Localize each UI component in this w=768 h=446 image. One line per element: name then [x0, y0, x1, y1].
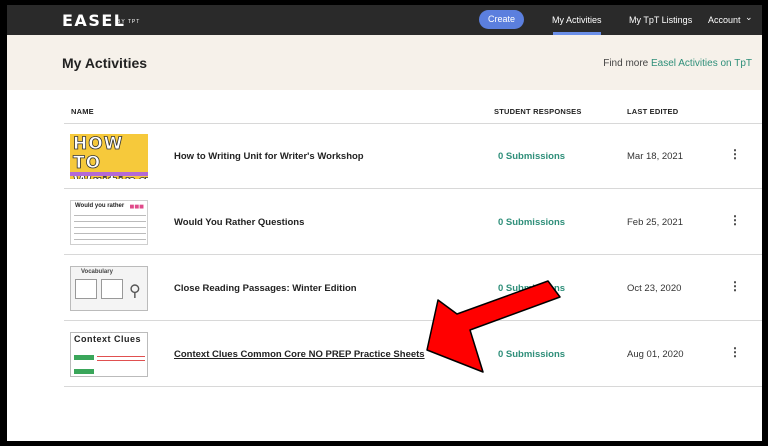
activity-thumbnail[interactable]: HOW TOWriting [70, 134, 148, 179]
nav-account[interactable]: Account [708, 15, 741, 25]
thumbnail-line [74, 227, 146, 228]
table-row[interactable]: Context Clues Context Clues Common Core … [64, 322, 762, 387]
thumbnail-decoration [70, 172, 148, 176]
thumbnail-line [74, 215, 146, 216]
find-more-text: Find more Easel Activities on TpT [603, 58, 752, 69]
thumbnail-box [101, 279, 123, 299]
thumbnail-line [97, 356, 145, 357]
find-more-link[interactable]: Easel Activities on TpT [651, 58, 752, 69]
kebab-menu-icon[interactable]: ⋮ [729, 346, 741, 358]
thumbnail-line [74, 233, 146, 234]
column-header-name: NAME [71, 107, 94, 116]
thumbnail-decoration: ■■■ [129, 202, 145, 211]
app-window: EASEL BY TPT Create My Activities My TpT… [7, 5, 762, 441]
kebab-menu-icon[interactable]: ⋮ [729, 280, 741, 292]
thumbnail-box [75, 279, 97, 299]
activity-thumbnail[interactable]: Vocabulary ⚲ [70, 266, 148, 311]
table-row[interactable]: Vocabulary ⚲ Close Reading Passages: Win… [64, 256, 762, 321]
last-edited-date: Mar 18, 2021 [627, 151, 683, 162]
create-button[interactable]: Create [479, 10, 524, 29]
logo-subtitle: BY TPT [117, 19, 141, 25]
last-edited-date: Feb 25, 2021 [627, 217, 683, 228]
page-title: My Activities [62, 55, 148, 71]
submissions-link[interactable]: 0 Submissions [498, 283, 565, 294]
last-edited-date: Aug 01, 2020 [627, 349, 684, 360]
activity-thumbnail[interactable]: Would you rather ■■■ [70, 200, 148, 245]
activity-title[interactable]: Close Reading Passages: Winter Edition [174, 283, 357, 294]
submissions-link[interactable]: 0 Submissions [498, 349, 565, 360]
last-edited-date: Oct 23, 2020 [627, 283, 682, 294]
thumbnail-line [74, 221, 146, 222]
easel-logo[interactable]: EASEL [62, 11, 125, 30]
thumbnail-decoration [74, 369, 94, 374]
activity-title[interactable]: How to Writing Unit for Writer's Worksho… [174, 151, 364, 162]
nav-my-tpt-listings[interactable]: My TpT Listings [629, 15, 692, 25]
page-header: My Activities Find more Easel Activities… [7, 35, 762, 90]
submissions-link[interactable]: 0 Submissions [498, 151, 565, 162]
thumbnail-text: Context Clues [74, 334, 142, 344]
thumbnail-text: Would you rather [75, 203, 125, 209]
activity-thumbnail[interactable]: Context Clues [70, 332, 148, 377]
activity-title[interactable]: Context Clues Common Core NO PREP Practi… [174, 349, 425, 360]
activity-title[interactable]: Would You Rather Questions [174, 217, 304, 228]
chevron-down-icon[interactable]: ⌄ [745, 12, 753, 23]
kebab-menu-icon[interactable]: ⋮ [729, 214, 741, 226]
top-navigation: EASEL BY TPT Create My Activities My TpT… [7, 5, 762, 35]
column-header-responses: STUDENT RESPONSES [494, 107, 582, 116]
thumbnail-text: Vocabulary [81, 269, 113, 275]
thumbnail-line [74, 239, 146, 240]
nav-my-activities[interactable]: My Activities [552, 15, 602, 25]
table-row[interactable]: Would you rather ■■■ Would You Rather Qu… [64, 190, 762, 255]
table-row[interactable]: HOW TOWriting How to Writing Unit for Wr… [64, 124, 762, 189]
column-header-last-edited: LAST EDITED [627, 107, 679, 116]
thumbnail-line [97, 360, 145, 361]
find-more-prefix: Find more [603, 58, 652, 69]
submissions-link[interactable]: 0 Submissions [498, 217, 565, 228]
thumbnail-decoration [74, 355, 94, 360]
kebab-menu-icon[interactable]: ⋮ [729, 148, 741, 160]
magnifier-icon: ⚲ [129, 283, 141, 300]
